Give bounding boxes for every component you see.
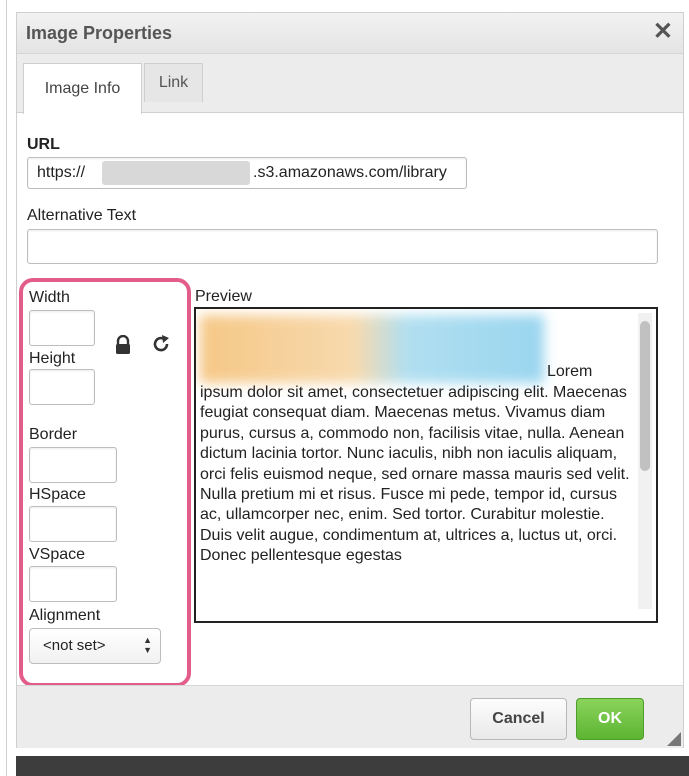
tab-image-info[interactable]: Image Info bbox=[23, 63, 142, 114]
dialog-title: Image Properties bbox=[26, 23, 173, 43]
url-value-prefix: https:// bbox=[37, 164, 86, 181]
width-input[interactable] bbox=[29, 310, 95, 346]
image-properties-dialog: Image Properties ✕ Image Info Link URL h… bbox=[16, 12, 684, 748]
height-label: Height bbox=[29, 350, 76, 367]
tab-link[interactable]: Link bbox=[144, 63, 203, 102]
hspace-input[interactable] bbox=[29, 506, 117, 542]
preview-scrollbar[interactable] bbox=[638, 313, 652, 609]
reset-size-icon[interactable] bbox=[150, 333, 172, 355]
url-label: URL bbox=[27, 136, 60, 153]
preview-image bbox=[200, 315, 544, 383]
dialog-titlebar[interactable]: Image Properties ✕ bbox=[17, 13, 683, 54]
width-label: Width bbox=[29, 289, 70, 306]
preview-lorem-word: Lorem bbox=[547, 363, 593, 380]
preview-text: ipsum dolor sit amet, consectetuer adipi… bbox=[200, 384, 630, 565]
url-redacted-segment bbox=[102, 161, 250, 185]
alignment-select[interactable]: <not set> ▲ ▼ bbox=[29, 628, 161, 664]
alt-text-input[interactable] bbox=[27, 229, 658, 264]
preview-scroll-thumb[interactable] bbox=[640, 321, 650, 471]
ok-button[interactable]: OK bbox=[576, 698, 644, 740]
vspace-input[interactable] bbox=[29, 566, 117, 602]
border-input[interactable] bbox=[29, 447, 117, 483]
url-value-suffix: .s3.amazonaws.com/library bbox=[253, 164, 447, 181]
hspace-label: HSpace bbox=[29, 486, 86, 503]
bottom-bar bbox=[16, 756, 689, 776]
dialog-footer: Cancel OK bbox=[17, 685, 683, 748]
preview-pane[interactable]: Lorem ipsum dolor sit amet, consectetuer… bbox=[194, 307, 658, 623]
border-label: Border bbox=[29, 426, 78, 443]
alignment-label: Alignment bbox=[29, 607, 101, 624]
tab-strip: Image Info Link bbox=[17, 54, 683, 114]
close-icon[interactable]: ✕ bbox=[653, 20, 673, 44]
resize-grip-icon[interactable] bbox=[667, 732, 681, 746]
alt-text-label: Alternative Text bbox=[27, 207, 137, 224]
alignment-value: <not set> bbox=[43, 637, 106, 654]
url-input[interactable]: https:// .s3.amazonaws.com/library bbox=[27, 157, 467, 189]
left-edge bbox=[0, 0, 10, 776]
vspace-label: VSpace bbox=[29, 546, 86, 563]
preview-label: Preview bbox=[195, 288, 252, 305]
lock-icon[interactable] bbox=[113, 335, 133, 355]
cancel-button[interactable]: Cancel bbox=[470, 698, 567, 740]
select-arrows-icon: ▲ ▼ bbox=[143, 635, 152, 655]
height-input[interactable] bbox=[29, 369, 95, 405]
